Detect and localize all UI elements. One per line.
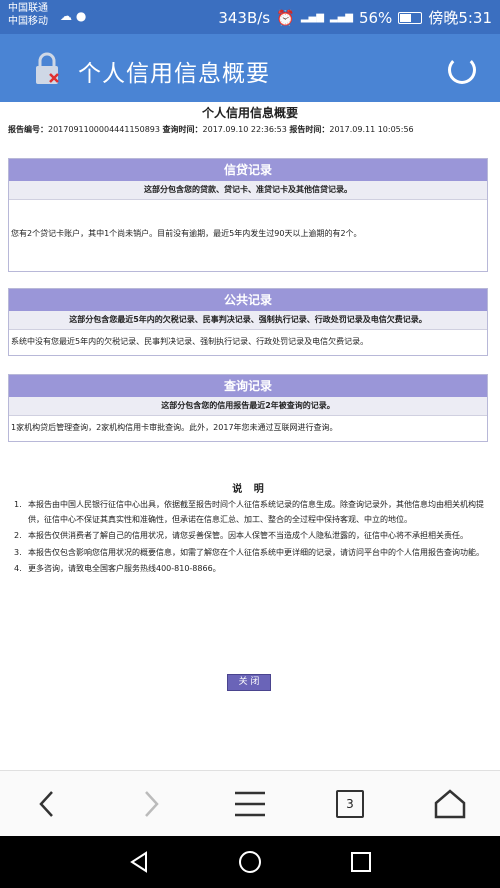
note-text: 本报告仅供消费者了解自己的信用状况，请您妥善保管。因本人保管不当造成个人隐私泄露… [28, 531, 468, 540]
notes-title: 说 明 [232, 484, 268, 495]
signal-icon-2: ▂▄▆ [329, 12, 353, 23]
query-time-label: 查询时间： [162, 125, 203, 134]
note-item: 1. 本报告由中国人民银行征信中心出具，依据截至报告时间个人征信系统记录的信息生成… [14, 498, 486, 527]
report-time: 2017.09.11 10:05:56 [329, 125, 414, 134]
note-number: 2. [14, 531, 22, 540]
report-time-label: 报告时间： [289, 125, 330, 134]
report-content: 个人信用信息概要 报告编号：2017091100004441150893 查询时… [0, 102, 500, 770]
page-title: 个人信用信息概要 [78, 61, 270, 87]
chat-icon: ● [75, 9, 87, 23]
carrier-1: 中国联通 [8, 3, 48, 14]
carrier-info: 中国联通 中国移动 [8, 2, 48, 28]
battery-percent: 56% [358, 8, 393, 27]
cloud-icon: ☁ [60, 9, 72, 23]
browser-nav-bar: 3 [0, 770, 500, 837]
query-time: 2017.09.10 22:36:53 [202, 125, 287, 134]
network-speed: 343B/s [218, 8, 271, 27]
note-number: 3. [14, 547, 22, 557]
notes-list: 1. 本报告由中国人民银行征信中心出具，依据截至报告时间个人征信系统记录的信息生成… [14, 498, 486, 579]
public-header: 公共记录 [9, 289, 487, 311]
system-recents-icon[interactable] [349, 850, 373, 874]
report-meta: 报告编号：2017091100004441150893 查询时间：2017.09… [8, 124, 414, 135]
notification-icons: ☁ ● [60, 9, 86, 23]
tabs-button[interactable]: 3 [330, 787, 370, 821]
carrier-2: 中国移动 [8, 16, 48, 27]
public-section: 公共记录 这部分包含您最近5年内的欠税记录、民事判决记录、强制执行记录、行政处罚… [8, 288, 488, 356]
credit-subtitle: 这部分包含您的贷款、贷记卡、准贷记卡及其他信贷记录。 [9, 181, 487, 200]
note-number: 1. [14, 500, 22, 509]
credit-body: 您有2个贷记卡账户，其中1个尚未销户。目前没有逾期，最近5年内发生过90天以上逾… [11, 229, 362, 238]
note-text: 本报告由中国人民银行征信中心出具，依据截至报告时间个人征信系统记录的信息生成。除… [28, 500, 484, 524]
credit-section: 信贷记录 这部分包含您的贷款、贷记卡、准贷记卡及其他信贷记录。 您有2个贷记卡账… [8, 158, 488, 272]
status-bar: 中国联通 中国移动 ☁ ● 343B/s ⏰ ▂▄▆ ▂▄▆ 56% 傍晚5:3… [0, 0, 500, 34]
signal-icon: ▂▄▆ [300, 12, 324, 23]
note-item: 4. 更多咨询，请致电全国客户服务热线400-810-8866。 [14, 562, 486, 577]
lock-error-icon [36, 52, 59, 84]
home-icon[interactable] [430, 787, 470, 821]
public-body: 系统中没有您最近5年内的欠税记录、民事判决记录、强制执行记录、行政处罚记录及电信… [11, 337, 369, 346]
public-subtitle: 这部分包含您最近5年内的欠税记录、民事判决记录、强制执行记录、行政处罚记录及电信… [9, 311, 487, 330]
tab-count: 3 [336, 790, 364, 818]
inquiry-header: 查询记录 [9, 375, 487, 397]
clock: 傍晚5:31 [428, 9, 492, 27]
system-nav-bar [0, 836, 500, 888]
menu-icon[interactable] [230, 787, 270, 821]
inquiry-body: 1家机构贷后管理查询，2家机构信用卡审批查询。此外，2017年您未通过互联网进行… [11, 423, 338, 432]
report-title: 个人信用信息概要 [201, 106, 298, 120]
note-text: 更多咨询，请致电全国客户服务热线400-810-8866。 [28, 564, 221, 573]
inquiry-subtitle: 这部分包含您的信用报告最近2年被查询的记录。 [9, 397, 487, 416]
forward-icon[interactable] [130, 787, 170, 821]
note-item: 2. 本报告仅供消费者了解自己的信用状况，请您妥善保管。因本人保管不当造成个人隐私… [14, 529, 486, 544]
note-number: 4. [14, 564, 22, 573]
close-button[interactable]: 关 闭 [227, 674, 271, 691]
battery-icon [398, 11, 423, 24]
app-header: 个人信用信息概要 [0, 34, 500, 102]
refresh-icon[interactable] [448, 56, 476, 84]
inquiry-section: 查询记录 这部分包含您的信用报告最近2年被查询的记录。 1家机构贷后管理查询，2… [8, 374, 488, 442]
status-right: 343B/s ⏰ ▂▄▆ ▂▄▆ 56% 傍晚5:31 [218, 7, 492, 28]
system-home-icon[interactable] [238, 850, 262, 874]
credit-header: 信贷记录 [9, 159, 487, 181]
back-icon[interactable] [28, 787, 68, 821]
note-text: 本报告仅包含影响您信用状况的概要信息，如需了解您在个人征信系统中更详细的记录，请… [28, 547, 484, 557]
note-item: 3. 本报告仅包含影响您信用状况的概要信息，如需了解您在个人征信系统中更详细的记录… [14, 546, 486, 561]
report-id: 2017091100004441150893 [48, 125, 160, 134]
alarm-icon: ⏰ [276, 8, 295, 27]
system-back-icon[interactable] [127, 850, 151, 874]
report-id-label: 报告编号： [8, 125, 48, 134]
